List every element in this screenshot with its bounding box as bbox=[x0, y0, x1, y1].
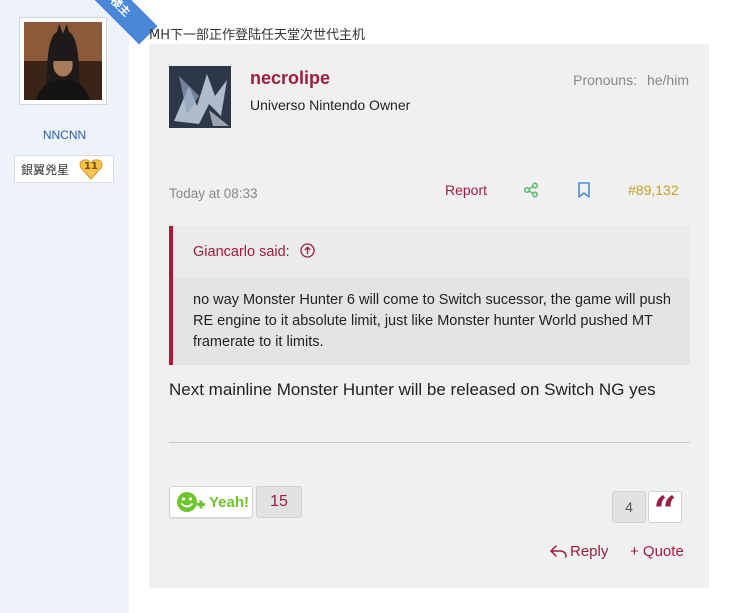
rank-level-badge: 11 bbox=[79, 158, 103, 180]
pronouns-label: Pronouns: bbox=[573, 72, 637, 88]
forum-post: necrolipe Universo Nintendo Owner Pronou… bbox=[149, 44, 709, 588]
yeah-label: Yeah! bbox=[209, 493, 250, 511]
author-pronouns: Pronouns: he/him bbox=[573, 72, 689, 88]
user-rank: 銀翼兇星 11 bbox=[14, 155, 114, 183]
pronouns-value: he/him bbox=[646, 72, 689, 88]
post-timestamp[interactable]: Today at 08:33 bbox=[169, 186, 258, 201]
batman-avatar-icon bbox=[24, 22, 102, 100]
add-quote-button[interactable]: + Quote bbox=[630, 543, 684, 560]
post-author-avatar[interactable] bbox=[169, 66, 231, 128]
user-sidebar: 楼主 NNCNN 銀翼兇星 11 bbox=[0, 0, 158, 613]
sidebar-avatar[interactable] bbox=[19, 17, 107, 105]
post-divider bbox=[169, 442, 690, 443]
sidebar-username[interactable]: NNCNN bbox=[0, 128, 129, 142]
quote-header: Giancarlo said: bbox=[173, 226, 690, 278]
up-arrow-circle-icon[interactable] bbox=[300, 243, 315, 258]
post-author-title: Universo Nintendo Owner bbox=[250, 97, 411, 113]
yeah-count[interactable]: 15 bbox=[256, 486, 302, 518]
yeah-plus-icon bbox=[177, 492, 205, 512]
quote-count[interactable]: 4 bbox=[612, 491, 646, 523]
report-button[interactable]: Report bbox=[445, 182, 487, 198]
reply-arrow-icon bbox=[550, 544, 567, 558]
quoted-message: Giancarlo said: no way Monster Hunter 6 … bbox=[169, 226, 690, 365]
rank-label: 銀翼兇星 bbox=[21, 162, 70, 177]
bookmark-icon[interactable] bbox=[577, 182, 591, 203]
quote-text: no way Monster Hunter 6 will come to Swi… bbox=[193, 292, 671, 350]
post-author-name[interactable]: necrolipe bbox=[250, 68, 330, 89]
yeah-button[interactable]: Yeah! bbox=[169, 486, 253, 518]
post-permalink-number[interactable]: #89,132 bbox=[628, 182, 679, 198]
quote-author-label: Giancarlo said: bbox=[193, 244, 290, 260]
post-body-text: Next mainline Monster Hunter will be rel… bbox=[169, 380, 656, 399]
rank-level: 11 bbox=[84, 161, 98, 172]
reply-button[interactable]: Reply bbox=[550, 543, 608, 560]
quote-author-link[interactable]: Giancarlo said: bbox=[193, 243, 315, 260]
abstract-avatar-icon bbox=[169, 66, 231, 128]
share-icon[interactable] bbox=[523, 182, 539, 203]
thread-title: MH下一部正作登陆任天堂次世代主机 bbox=[149, 28, 365, 43]
reply-label: Reply bbox=[570, 543, 609, 560]
quotes-icon[interactable]: “ bbox=[648, 491, 682, 523]
